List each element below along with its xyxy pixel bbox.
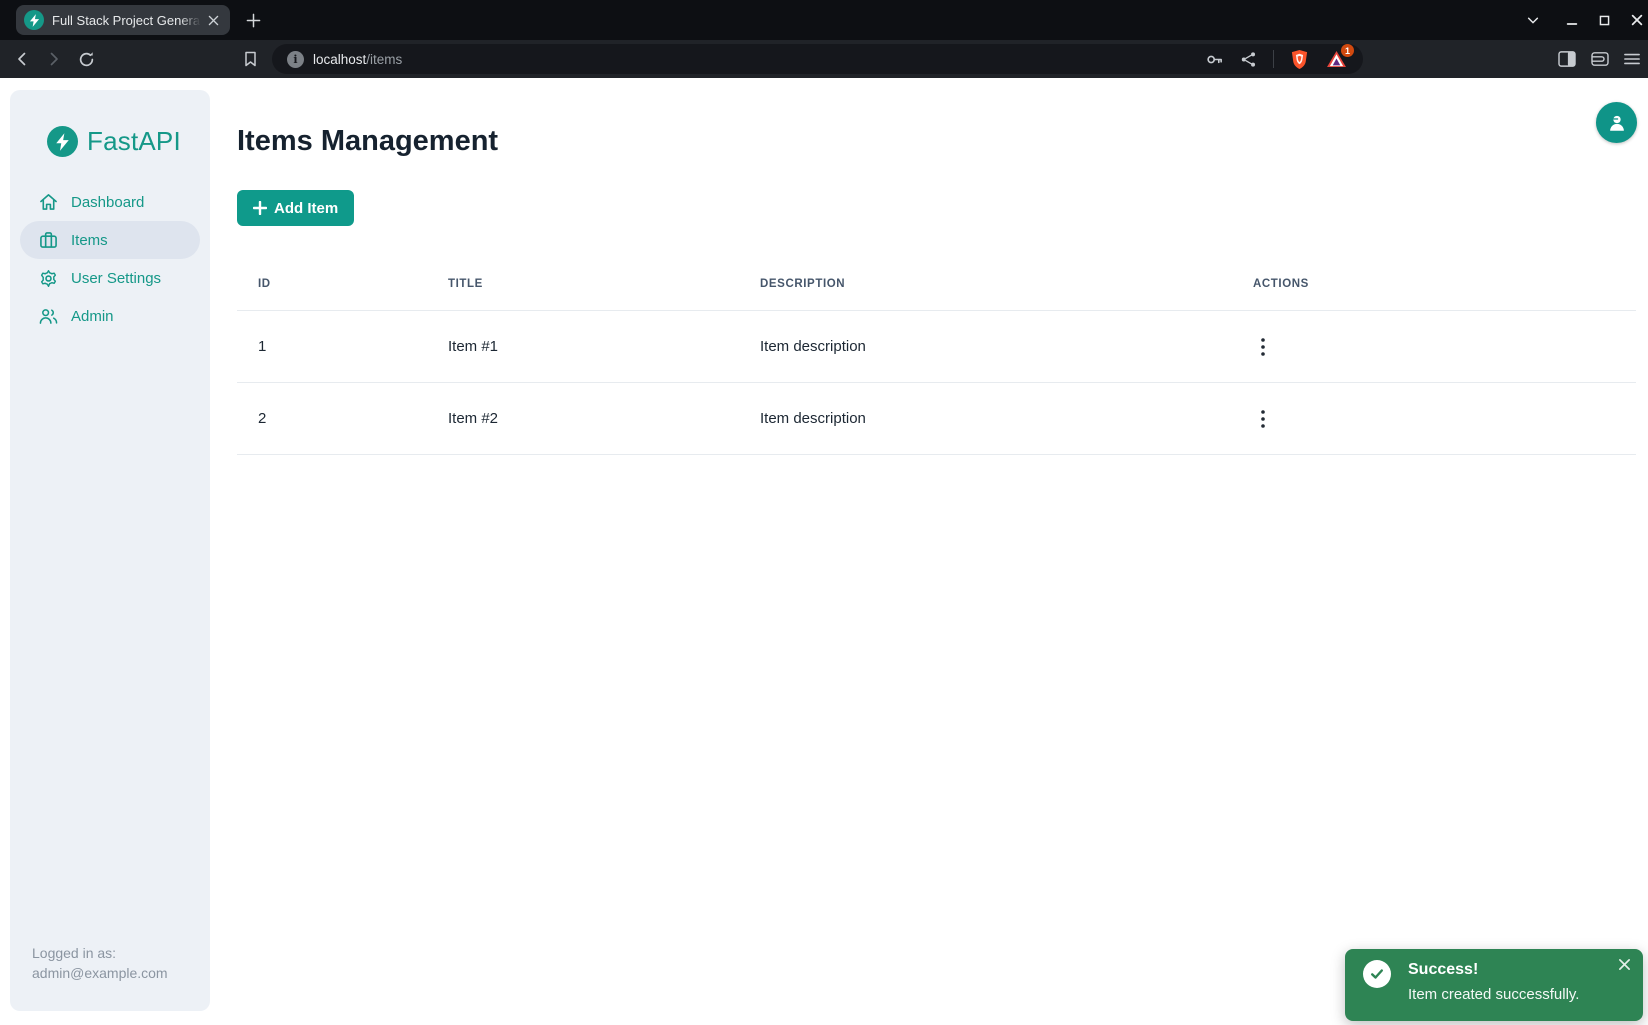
cell-description: Item description bbox=[739, 338, 1232, 355]
success-toast: Success! Item created successfully. bbox=[1345, 949, 1643, 1021]
app-logo-text: FastAPI bbox=[87, 126, 181, 157]
password-key-icon[interactable] bbox=[1205, 50, 1224, 69]
table-row: 2 Item #2 Item description bbox=[237, 383, 1636, 455]
briefcase-icon bbox=[39, 231, 58, 249]
col-header-id: ID bbox=[237, 278, 427, 290]
table-header-row: ID TITLE DESCRIPTION ACTIONS bbox=[237, 258, 1636, 311]
browser-window: Full Stack Project Genera bbox=[0, 0, 1648, 1025]
cell-title: Item #2 bbox=[427, 410, 739, 427]
menu-hamburger-icon[interactable] bbox=[1620, 47, 1644, 71]
share-icon[interactable] bbox=[1240, 51, 1257, 68]
browser-tab[interactable]: Full Stack Project Genera bbox=[16, 5, 230, 35]
col-header-actions: ACTIONS bbox=[1232, 278, 1636, 290]
url-host: localhost bbox=[313, 52, 366, 67]
sidebar-panel-toggle-icon[interactable] bbox=[1555, 47, 1579, 71]
wallet-icon[interactable] bbox=[1588, 47, 1612, 71]
sidebar-item-label: Items bbox=[71, 232, 108, 249]
toast-close-icon[interactable] bbox=[1614, 954, 1634, 974]
url-path: /items bbox=[366, 52, 402, 67]
rewards-badge: 1 bbox=[1341, 44, 1354, 57]
cell-id: 2 bbox=[237, 410, 427, 427]
reload-button[interactable] bbox=[74, 47, 98, 71]
row-actions-kebab-button[interactable] bbox=[1249, 333, 1277, 361]
users-icon bbox=[39, 307, 58, 325]
tab-close-icon[interactable] bbox=[204, 11, 222, 29]
fastapi-logo-icon bbox=[47, 126, 78, 157]
col-header-title: TITLE bbox=[427, 278, 739, 290]
sidebar-item-label: User Settings bbox=[71, 270, 161, 287]
url-text[interactable]: localhost/items bbox=[313, 52, 1205, 67]
sidebar-item-dashboard[interactable]: Dashboard bbox=[20, 183, 200, 221]
sidebar: FastAPI Dashboard Items bbox=[10, 90, 210, 1011]
sidebar-menu: Dashboard Items User Settings bbox=[10, 183, 210, 335]
sidebar-item-label: Dashboard bbox=[71, 194, 144, 211]
sidebar-item-user-settings[interactable]: User Settings bbox=[20, 259, 200, 297]
urlbar-divider bbox=[1273, 50, 1274, 68]
page-content: FastAPI Dashboard Items bbox=[0, 78, 1648, 1025]
add-item-button[interactable]: Add Item bbox=[237, 190, 354, 226]
toast-title: Success! bbox=[1408, 961, 1478, 979]
tab-title-fade bbox=[180, 5, 206, 35]
url-bar[interactable]: i localhost/items 1 bbox=[272, 44, 1363, 74]
sidebar-item-items[interactable]: Items bbox=[20, 221, 200, 259]
window-minimize-button[interactable] bbox=[1561, 9, 1583, 31]
sidebar-item-label: Admin bbox=[71, 308, 114, 325]
items-table: ID TITLE DESCRIPTION ACTIONS 1 Item #1 I… bbox=[237, 258, 1636, 455]
window-maximize-button[interactable] bbox=[1593, 9, 1615, 31]
toast-message: Item created successfully. bbox=[1408, 986, 1579, 1003]
home-icon bbox=[39, 193, 58, 211]
bookmark-icon[interactable] bbox=[238, 47, 262, 71]
back-button[interactable] bbox=[10, 47, 34, 71]
logged-in-info: Logged in as: admin@example.com bbox=[32, 943, 168, 983]
window-close-button[interactable] bbox=[1626, 9, 1648, 31]
cell-title: Item #1 bbox=[427, 338, 739, 355]
col-header-description: DESCRIPTION bbox=[739, 278, 1232, 290]
tab-strip: Full Stack Project Genera bbox=[0, 0, 1648, 40]
urlbar-icon-group: 1 bbox=[1205, 49, 1347, 70]
fastapi-favicon-icon bbox=[24, 10, 44, 30]
check-circle-icon bbox=[1363, 960, 1391, 988]
cell-description: Item description bbox=[739, 410, 1232, 427]
logged-in-email: admin@example.com bbox=[32, 963, 168, 983]
plus-icon bbox=[253, 201, 267, 215]
page-title: Items Management bbox=[237, 125, 498, 158]
tab-search-chevron-icon[interactable] bbox=[1522, 9, 1544, 31]
user-avatar-button[interactable] bbox=[1596, 102, 1637, 143]
table-row: 1 Item #1 Item description bbox=[237, 311, 1636, 383]
forward-button[interactable] bbox=[42, 47, 66, 71]
user-icon bbox=[1606, 112, 1628, 134]
brave-shield-icon[interactable] bbox=[1290, 49, 1309, 70]
cell-id: 1 bbox=[237, 338, 427, 355]
app-logo: FastAPI bbox=[47, 126, 210, 157]
brave-rewards-icon[interactable]: 1 bbox=[1325, 49, 1347, 69]
gear-icon bbox=[39, 269, 58, 288]
add-item-label: Add Item bbox=[274, 200, 338, 217]
sidebar-item-admin[interactable]: Admin bbox=[20, 297, 200, 335]
site-info-icon[interactable]: i bbox=[287, 51, 304, 68]
logged-in-label: Logged in as: bbox=[32, 943, 168, 963]
new-tab-button[interactable] bbox=[242, 9, 264, 31]
row-actions-kebab-button[interactable] bbox=[1249, 405, 1277, 433]
